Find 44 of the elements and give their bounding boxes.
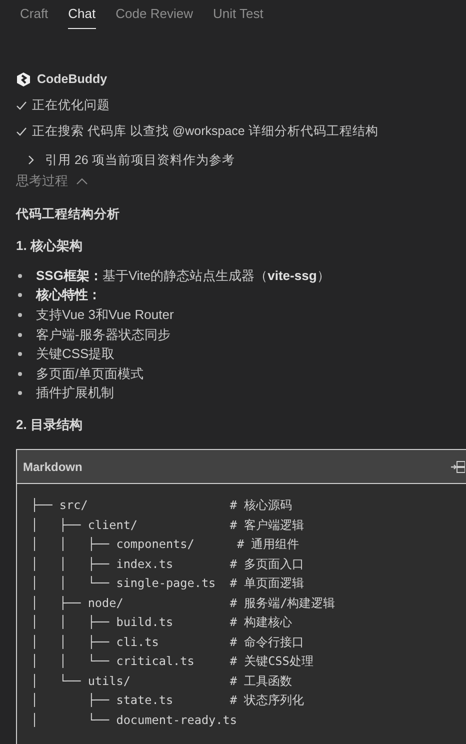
check-icon [16,126,27,136]
bullet-dot-icon [18,391,22,396]
section-heading: 1. 核心架构 [16,237,84,255]
bullet-text: 插件扩展机制 [36,384,114,402]
assistant-name: CodeBuddy [37,72,108,86]
code-line: │ │ └── critical.ts # 关键CSS处理 [31,653,314,670]
bullet-dot-icon [18,332,22,337]
tab[interactable]: Chat [68,6,96,29]
bullet-text: 关键CSS提取 [36,345,115,364]
bullet-text: 支持Vue 3和Vue Router [36,306,174,324]
code-line: │ │ ├── cli.ts # 命令行接口 [31,634,306,651]
code-line: │ └── document-ready.ts [31,712,238,729]
step-text: 正在优化问题 [32,96,110,114]
step-text: 正在搜索 代码库 以查找 @workspace 详细分析代码工程结构 [32,122,378,140]
code-language: Markdown [23,460,82,474]
thinking-toggle[interactable]: 思考过程 [16,171,88,191]
step-text: 引用 26 项当前项目资料作为参考 [45,152,235,168]
code-line: │ ├── state.ts # 状态序列化 [31,692,306,710]
caret-up-icon [76,177,88,185]
tab[interactable]: Craft [20,6,48,28]
section-heading: 2. 目录结构 [16,416,84,434]
tab[interactable]: Code Review [116,6,193,28]
bullet-text: SSG框架：基于Vite的静态站点生成器（vite-ssg） [36,266,330,285]
code-line: │ ├── client/ # 客户端逻辑 [31,516,306,534]
bullet-dot-icon [18,274,22,278]
bullet-dot-icon [18,352,22,356]
bullet-dot-icon [18,293,22,298]
bullet-text: 核心特性： [36,286,101,304]
chevron-right-icon [27,155,35,165]
code-line: │ └── utils/ # 工具函数 [31,672,294,690]
bullet-text: 多页面/单页面模式 [36,364,144,383]
bullet-text: 客户端-服务器状态同步 [36,326,170,344]
code-line: │ │ ├── index.ts # 多页面入口 [31,556,306,573]
bullet-dot-icon [18,312,22,317]
answer-title: 代码工程结构分析 [16,206,121,223]
code-line: │ │ ├── build.ts # 构建核心 [31,614,294,632]
code-line: │ │ ├── components/ # 通用组件 [31,536,300,554]
code-line: │ ├── node/ # 服务端/构建逻辑 [31,594,336,612]
logo-icon [16,72,31,86]
code-line: │ │ └── single-page.ts # 单页面逻辑 [31,575,306,592]
code-line: ├── src/ # 核心源码 [31,497,294,514]
bullet-dot-icon [18,372,22,376]
check-icon [16,100,27,110]
tab[interactable]: Unit Test [212,6,264,28]
